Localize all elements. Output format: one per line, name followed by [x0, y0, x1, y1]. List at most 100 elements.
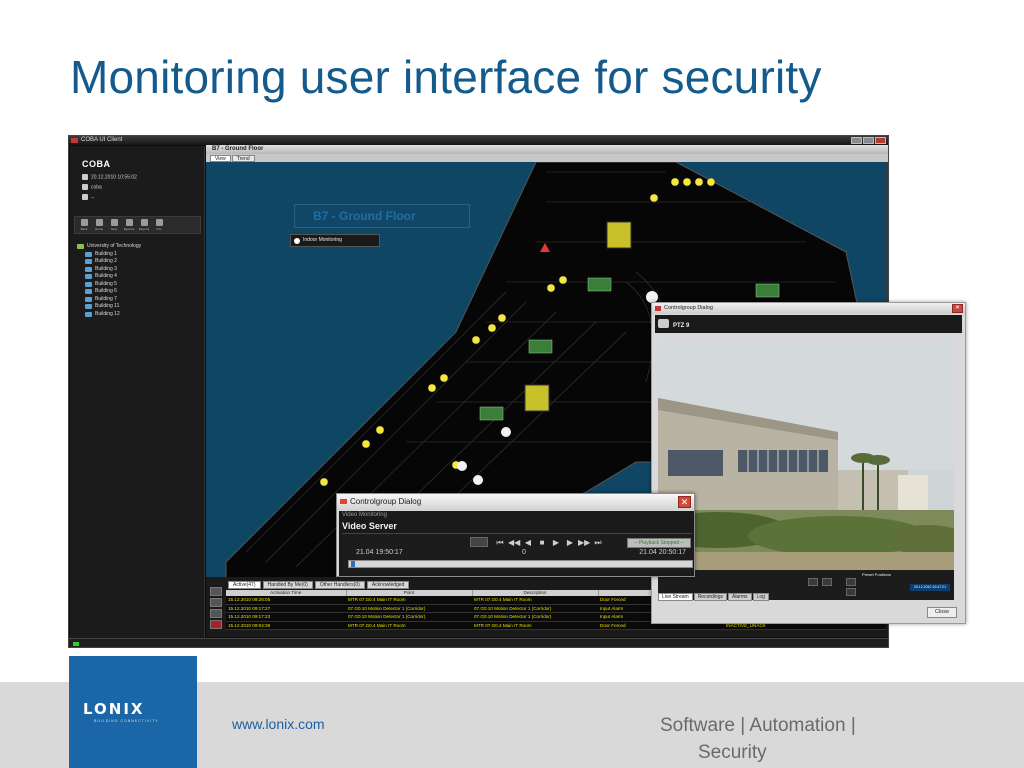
tab-live-stream[interactable]: Live Stream [658, 593, 693, 601]
ptz-pan-control[interactable] [808, 578, 818, 586]
folder-icon [85, 251, 92, 257]
stop-icon[interactable]: ■ [536, 538, 548, 547]
tab-acknowledged[interactable]: Acknowledged [366, 581, 410, 589]
folder-icon [85, 259, 92, 265]
alarm-side-buttons [210, 587, 224, 633]
video-server-name: Video Server [342, 521, 397, 531]
cell: 07.G0.10 Motion Detector 1 (Corridor) [346, 612, 472, 622]
skip-start-icon[interactable]: ⏮ [494, 538, 506, 547]
playback-end-time: 21.04 20:50:17 [639, 549, 686, 556]
home-icon [95, 218, 103, 226]
live-video-feed[interactable] [658, 340, 954, 570]
close-icon[interactable]: ✕ [678, 496, 691, 508]
tab-recordings[interactable]: Recordings [693, 593, 727, 601]
close-icon[interactable] [875, 137, 886, 144]
ptz-tilt-control[interactable] [822, 578, 832, 586]
tab-other-handlers[interactable]: Other Handlers(0) [314, 581, 365, 589]
video-dialog-subtitle: Video Monitoring [342, 512, 387, 518]
arrow-left-icon [80, 218, 88, 226]
ptz-zoom-out-control[interactable] [846, 588, 856, 596]
campus-building-image [658, 340, 954, 570]
tree-item[interactable]: Building 2 [77, 258, 141, 266]
tree-root[interactable]: University of Technology [77, 243, 141, 251]
cell: MTR 07.G0.4 Main IT Room [472, 621, 598, 630]
video-dialog-title: Controlgroup Dialog [350, 497, 422, 506]
folder-icon [85, 266, 92, 272]
playback-slider[interactable] [348, 560, 693, 568]
tree-item[interactable]: Building 4 [77, 273, 141, 281]
playback-slider-thumb[interactable] [351, 561, 355, 567]
reports-button-2[interactable]: Reports [137, 218, 151, 233]
rewind-icon[interactable]: ◀◀ [508, 538, 520, 547]
alarm-tool-button[interactable] [210, 587, 222, 596]
play-icon[interactable]: ▶ [550, 538, 562, 547]
maximize-icon[interactable] [863, 137, 874, 144]
dialog-icon [340, 499, 347, 504]
building-tree: University of Technology Building 1 Buil… [77, 243, 141, 318]
connection-status-icon [73, 642, 79, 646]
report-icon [125, 218, 133, 226]
tab-handled-by-me[interactable]: Handled By Me(0) [262, 581, 313, 589]
footer-tagline: Software | Automation | Security [660, 712, 910, 766]
reports-button[interactable]: Reports [122, 218, 136, 233]
alarm-tabs: Active(47) Handled By Me(0) Other Handle… [228, 581, 410, 589]
alarm-tool-button[interactable] [210, 609, 222, 618]
footer-url[interactable]: www.lonix.com [232, 716, 325, 732]
arrow-right-icon [110, 218, 118, 226]
folder-icon [85, 304, 92, 310]
ptz-zoom-in-control[interactable] [846, 578, 856, 586]
minimize-icon[interactable] [851, 137, 862, 144]
tab-active[interactable]: Active(47) [228, 581, 261, 589]
tree-item[interactable]: Building 6 [77, 288, 141, 296]
next-button[interactable]: Next [107, 218, 121, 233]
cell: 15.12.2010 09:17:23 [226, 612, 346, 622]
left-panel: COBA 20.12.2010 10:55:02 coba -- Back Ho… [70, 146, 205, 638]
alarm-tool-button[interactable] [210, 598, 222, 607]
cell: MTR 07.G0.4 Main IT Room [472, 596, 598, 605]
back-button[interactable]: Back [77, 218, 91, 233]
cell: 07.G0.10 Motion Detector 1 (Corridor) [472, 612, 598, 622]
fast-forward-icon[interactable]: ▶▶ [578, 538, 590, 547]
cell: MTR 07.G0.4 Main IT Room [346, 621, 472, 630]
tab-trend[interactable]: Trend [231, 155, 255, 162]
status-bar [69, 638, 888, 647]
cell: MTR 07.G0.4 Main IT Room [346, 596, 472, 605]
home-button[interactable]: Home [92, 218, 106, 233]
folder-icon [85, 289, 92, 295]
nav-toolbar: Back Home Next Reports Reports Info [74, 216, 201, 234]
close-button[interactable]: Close [927, 607, 957, 618]
tab-view[interactable]: View [210, 155, 231, 162]
window-controls [851, 137, 886, 144]
tree-item[interactable]: Building 12 [77, 311, 141, 319]
lonix-logo: LONIX [83, 700, 145, 718]
tab-alarms[interactable]: Alarms [727, 593, 752, 601]
tab-log[interactable]: Log [752, 593, 769, 601]
step-back-icon[interactable]: ◀ [522, 538, 534, 547]
video-dialog-body: Video Monitoring Video Server ⏮ ◀◀ ◀ ■ ▶… [339, 511, 694, 576]
tree-item[interactable]: Building 1 [77, 251, 141, 259]
info-icon [82, 194, 88, 200]
close-icon[interactable]: ✕ [952, 304, 963, 313]
map-tabs: View Trend [206, 154, 888, 162]
user-icon [82, 184, 88, 190]
playback-position: 0 [522, 549, 526, 556]
ptz-dialog-titlebar: Controlgroup Dialog ✕ [652, 303, 965, 314]
info-button[interactable]: Info [152, 218, 166, 233]
tree-item[interactable]: Building 7 [77, 296, 141, 304]
step-forward-icon[interactable]: ▶ [564, 538, 576, 547]
info-icon [140, 218, 148, 226]
cell: 15.12.2010 09:04:39 [226, 621, 346, 630]
cell: 07.G0.10 Motion Detector 1 (Corridor) [346, 604, 472, 613]
skip-end-icon[interactable]: ⏭ [592, 538, 604, 547]
indoor-monitoring-legend[interactable]: Indoor Monitoring [290, 234, 380, 247]
alarm-tool-button[interactable] [210, 620, 222, 629]
lonix-logo-box: LONIX BUILDING CONNECTIVITY [69, 656, 197, 768]
stop-button[interactable] [470, 537, 488, 547]
tagline-line-1: Software | Automation | [660, 715, 856, 736]
tree-item[interactable]: Building 3 [77, 266, 141, 274]
slide-title: Monitoring user interface for security [70, 51, 822, 103]
cell: 15.12.2010 09:17:27 [226, 604, 346, 613]
tree-item[interactable]: Building 5 [77, 281, 141, 289]
tree-item[interactable]: Building 11 [77, 303, 141, 311]
coba-logo: COBA [82, 159, 111, 169]
